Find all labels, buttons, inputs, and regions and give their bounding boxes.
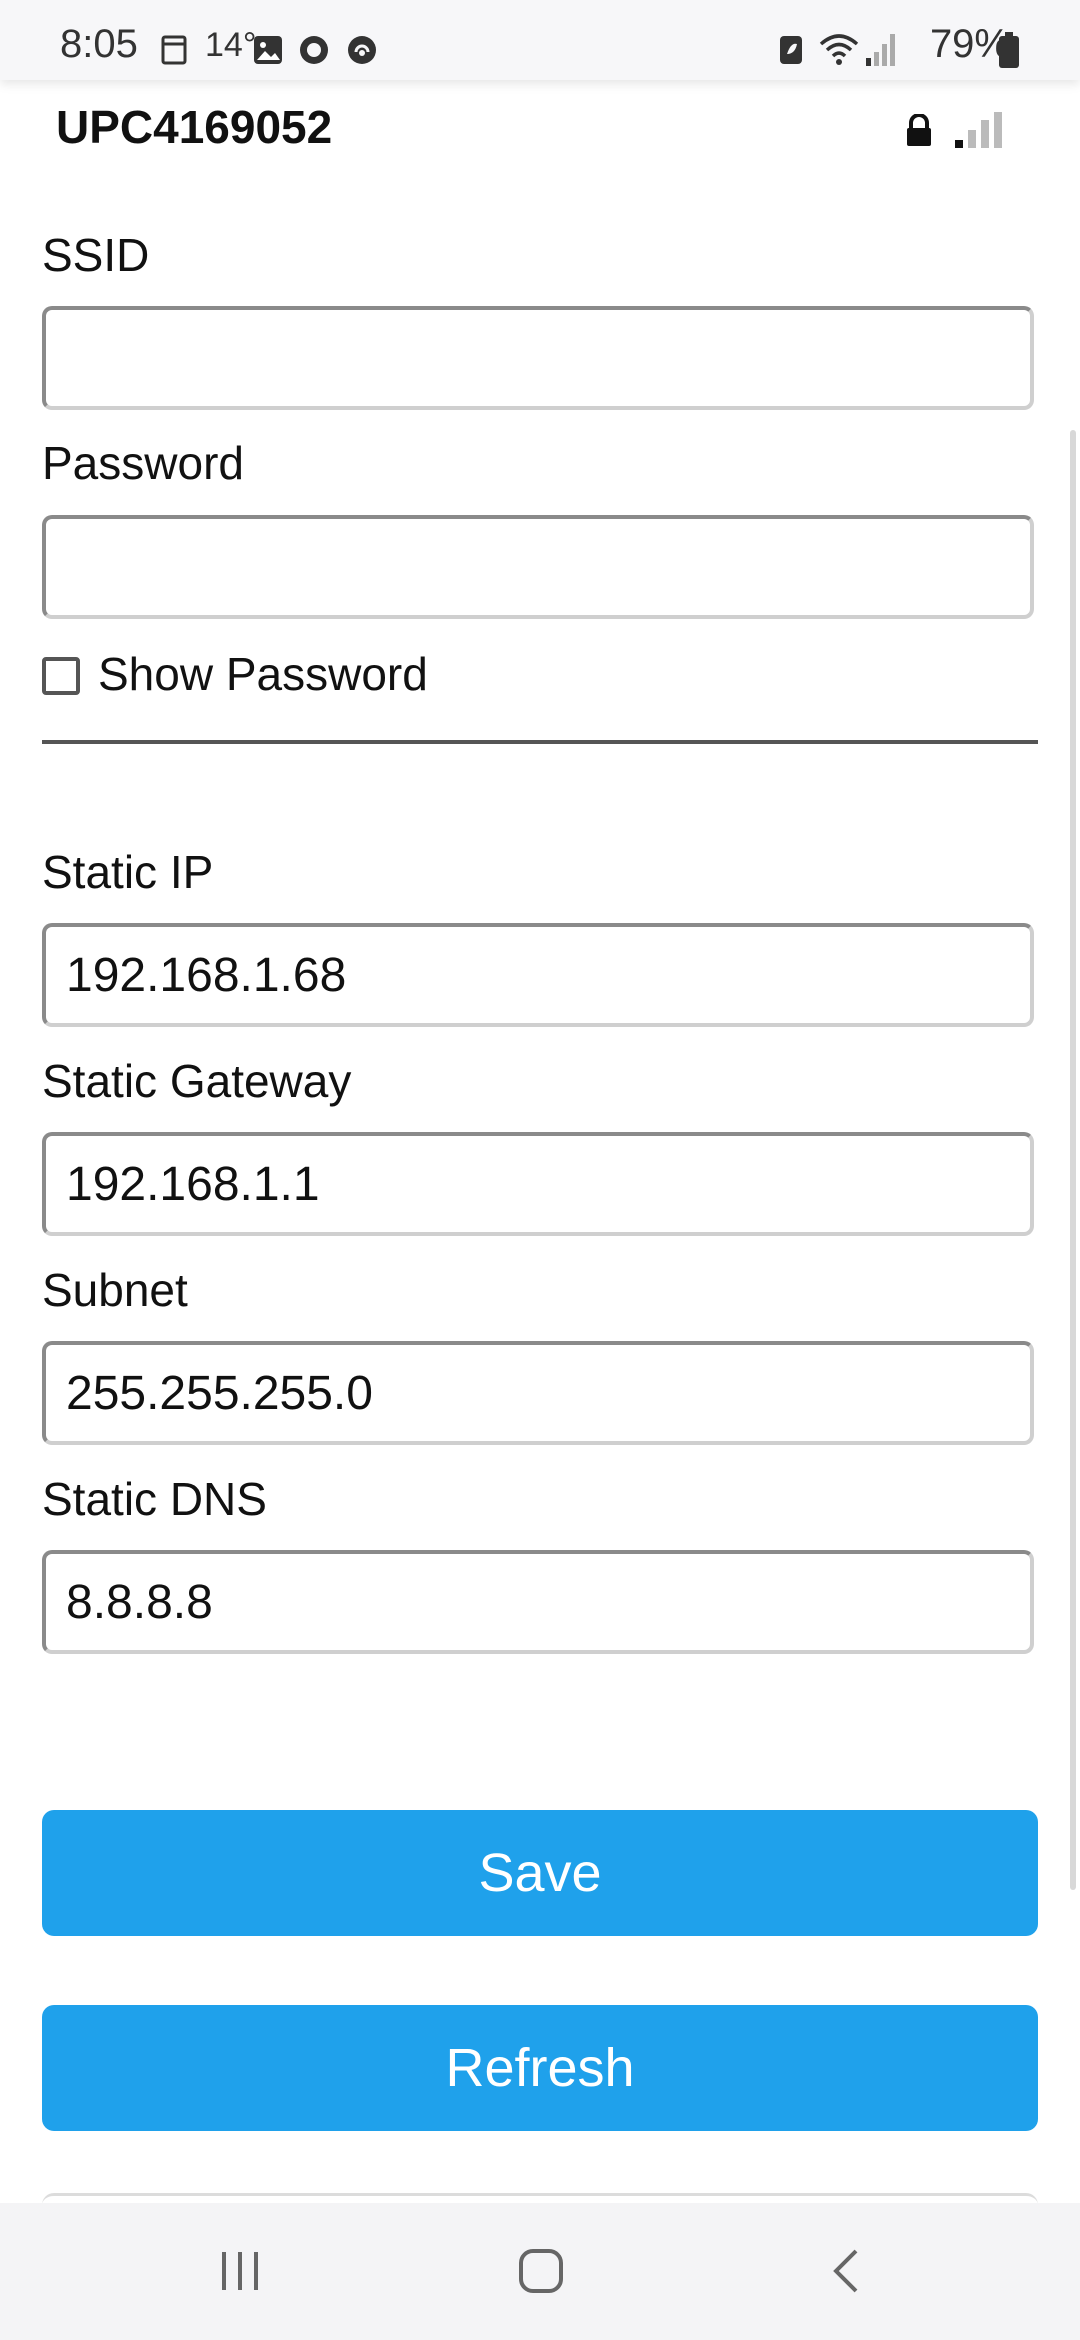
signal-strength-icon — [955, 112, 1002, 148]
static-gateway-input[interactable] — [42, 1132, 1034, 1236]
battery-saver-icon — [780, 36, 802, 64]
navigation-bar — [0, 2203, 1080, 2340]
record-icon — [300, 36, 328, 64]
static-dns-input[interactable] — [42, 1550, 1034, 1654]
save-button[interactable]: Save — [42, 1810, 1038, 1936]
lock-icon — [907, 114, 931, 146]
status-temperature: 14° — [205, 26, 257, 64]
back-icon[interactable] — [830, 2248, 862, 2294]
home-icon[interactable] — [518, 2248, 564, 2294]
ssid-label: SSID — [42, 229, 150, 281]
battery-icon — [999, 32, 1019, 68]
ssid-input[interactable] — [42, 306, 1034, 410]
password-input[interactable] — [42, 515, 1034, 619]
status-time: 8:05 — [60, 22, 138, 66]
static-ip-input[interactable] — [42, 923, 1034, 1027]
network-name: UPC4169052 — [56, 101, 333, 153]
section-divider — [42, 740, 1038, 744]
static-gateway-label: Static Gateway — [42, 1055, 352, 1107]
password-label: Password — [42, 437, 244, 489]
tracker-icon — [348, 36, 376, 64]
notification-icon — [161, 35, 187, 65]
refresh-button[interactable]: Refresh — [42, 2005, 1038, 2131]
static-ip-label: Static IP — [42, 846, 214, 898]
show-password-checkbox[interactable] — [42, 657, 80, 695]
scrollbar[interactable] — [1070, 430, 1076, 1890]
subnet-input[interactable] — [42, 1341, 1034, 1445]
status-bar: 8:05 14° 79% — [0, 0, 1080, 80]
subnet-label: Subnet — [42, 1264, 188, 1316]
gallery-icon — [254, 36, 282, 64]
recent-apps-icon[interactable] — [218, 2248, 262, 2294]
static-dns-label: Static DNS — [42, 1473, 267, 1525]
signal-icon — [866, 34, 895, 66]
show-password-label[interactable]: Show Password — [98, 647, 428, 701]
wifi-icon — [819, 34, 859, 65]
